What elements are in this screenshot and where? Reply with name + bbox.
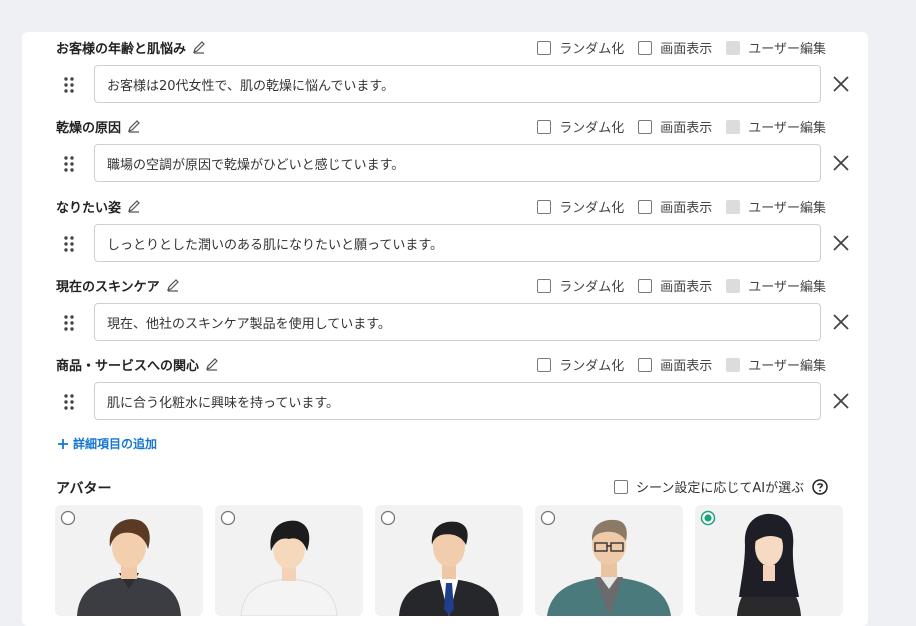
user-edit-checkbox <box>726 40 741 55</box>
avatar-card[interactable] <box>535 505 683 616</box>
drag-handle-icon[interactable] <box>62 234 76 254</box>
field-row: お客様は20代女性で、肌の乾燥に悩んでいます。 <box>56 65 856 105</box>
field-input[interactable]: 現在、他社のスキンケア製品を使用しています。 <box>94 303 821 341</box>
field-header-age-skin: お客様の年齢と肌悩み ランダム化 画面表示 ユーザー編集 <box>56 36 826 58</box>
random-checkbox[interactable] <box>537 357 552 372</box>
display-checkbox[interactable] <box>638 357 653 372</box>
field-header-dryness-cause: 乾燥の原因 ランダム化 画面表示 ユーザー編集 <box>56 115 826 137</box>
pencil-icon[interactable] <box>205 357 219 371</box>
display-option[interactable]: 画面表示 <box>638 117 712 136</box>
display-option[interactable]: 画面表示 <box>638 38 712 57</box>
field-input[interactable]: しっとりとした潤いのある肌になりたいと願っています。 <box>94 224 821 262</box>
close-icon[interactable] <box>832 75 850 93</box>
user-edit-checkbox <box>726 357 741 372</box>
drag-handle-icon[interactable] <box>62 154 76 174</box>
user-edit-option: ユーザー編集 <box>726 197 826 216</box>
user-edit-option: ユーザー編集 <box>726 355 826 374</box>
display-checkbox[interactable] <box>638 278 653 293</box>
pencil-icon[interactable] <box>166 278 180 292</box>
add-detail-link[interactable]: 詳細項目の追加 <box>57 435 157 452</box>
pencil-icon[interactable] <box>127 199 141 213</box>
close-icon[interactable] <box>832 313 850 331</box>
ai-choice-label: シーン設定に応じてAIが選ぶ <box>636 481 805 496</box>
drag-handle-icon[interactable] <box>62 75 76 95</box>
user-edit-option: ユーザー編集 <box>726 276 826 295</box>
radio-button[interactable] <box>380 510 396 526</box>
user-edit-option: ユーザー編集 <box>726 117 826 136</box>
field-label: なりたい姿 <box>56 200 122 216</box>
field-header-current-skincare: 現在のスキンケア ランダム化 画面表示 ユーザー編集 <box>56 274 826 296</box>
user-edit-checkbox <box>726 278 741 293</box>
pencil-icon[interactable] <box>127 119 141 133</box>
random-checkbox[interactable] <box>537 40 552 55</box>
radio-button-selected[interactable] <box>700 510 716 526</box>
avatar-card[interactable] <box>215 505 363 616</box>
field-row: 現在、他社のスキンケア製品を使用しています。 <box>56 303 856 343</box>
random-checkbox[interactable] <box>537 119 552 134</box>
field-label: 乾燥の原因 <box>56 120 122 136</box>
field-input[interactable]: 肌に合う化粧水に興味を持っています。 <box>94 382 821 420</box>
field-label: 商品・サービスへの関心 <box>56 358 200 374</box>
close-icon[interactable] <box>832 234 850 252</box>
random-option[interactable]: ランダム化 <box>537 355 624 374</box>
random-checkbox[interactable] <box>537 278 552 293</box>
field-row: 職場の空調が原因で乾燥がひどいと感じています。 <box>56 144 856 184</box>
field-header-product-interest: 商品・サービスへの関心 ランダム化 画面表示 ユーザー編集 <box>56 353 826 375</box>
field-header-desired-state: なりたい姿 ランダム化 画面表示 ユーザー編集 <box>56 195 826 217</box>
display-checkbox[interactable] <box>638 40 653 55</box>
field-row: しっとりとした潤いのある肌になりたいと願っています。 <box>56 224 856 264</box>
display-option[interactable]: 画面表示 <box>638 197 712 216</box>
avatar-older-man-glasses <box>547 519 671 616</box>
random-option[interactable]: ランダム化 <box>537 38 624 57</box>
avatar-woman <box>737 513 801 616</box>
close-icon[interactable] <box>832 154 850 172</box>
radio-button[interactable] <box>220 510 236 526</box>
ai-choice-checkbox[interactable] <box>614 479 628 494</box>
close-icon[interactable] <box>832 392 850 410</box>
field-label: お客様の年齢と肌悩み <box>56 41 187 57</box>
help-icon[interactable] <box>812 478 828 495</box>
radio-button[interactable] <box>540 510 556 526</box>
radio-button[interactable] <box>60 510 76 526</box>
field-input[interactable]: お客様は20代女性で、肌の乾燥に悩んでいます。 <box>94 65 821 103</box>
plus-icon <box>58 438 68 449</box>
avatar-businessman-suit <box>399 521 499 616</box>
pencil-icon[interactable] <box>192 40 206 54</box>
avatar-man-dark-shirt <box>77 519 181 616</box>
display-option[interactable]: 画面表示 <box>638 355 712 374</box>
field-input[interactable]: 職場の空調が原因で乾燥がひどいと感じています。 <box>94 144 821 182</box>
user-edit-checkbox <box>726 199 741 214</box>
user-edit-option: ユーザー編集 <box>726 38 826 57</box>
random-option[interactable]: ランダム化 <box>537 197 624 216</box>
random-option[interactable]: ランダム化 <box>537 117 624 136</box>
field-label: 現在のスキンケア <box>56 279 160 295</box>
avatar-young-man-white-shirt <box>240 520 338 616</box>
drag-handle-icon[interactable] <box>62 392 76 412</box>
avatar-section-title: アバター <box>56 481 112 497</box>
random-option[interactable]: ランダム化 <box>537 276 624 295</box>
field-row: 肌に合う化粧水に興味を持っています。 <box>56 382 856 422</box>
avatar-card[interactable] <box>695 505 843 616</box>
user-edit-checkbox <box>726 119 741 134</box>
random-checkbox[interactable] <box>537 199 552 214</box>
add-detail-label: 詳細項目の追加 <box>73 437 158 451</box>
avatar-card[interactable] <box>55 505 203 616</box>
drag-handle-icon[interactable] <box>62 313 76 333</box>
display-option[interactable]: 画面表示 <box>638 276 712 295</box>
display-checkbox[interactable] <box>638 199 653 214</box>
ai-choice-option[interactable]: シーン設定に応じてAIが選ぶ <box>614 477 828 496</box>
avatar-card[interactable] <box>375 505 523 616</box>
display-checkbox[interactable] <box>638 119 653 134</box>
